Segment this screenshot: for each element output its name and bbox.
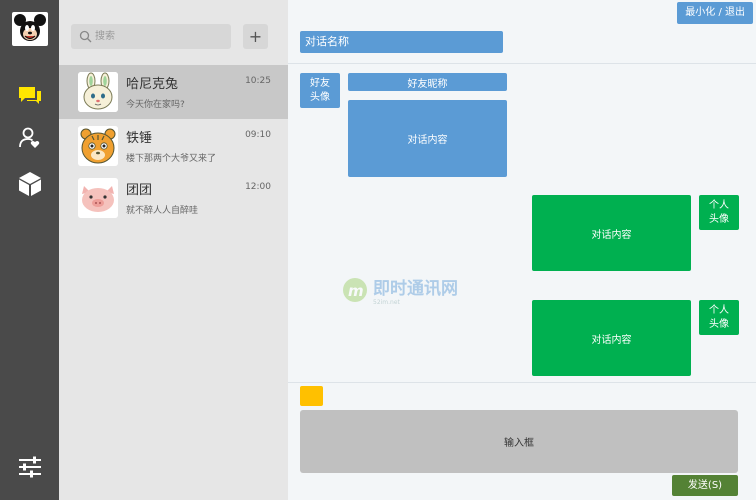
- input-divider: [288, 382, 756, 383]
- search-input[interactable]: [95, 24, 227, 49]
- add-conversation-button[interactable]: +: [243, 24, 268, 49]
- search-box[interactable]: [71, 24, 231, 49]
- friend-avatar[interactable]: 好友 头像: [300, 73, 340, 108]
- rabbit-avatar-icon: [78, 72, 118, 112]
- conversation-time: 10:25: [245, 76, 271, 86]
- watermark-title: 即时通讯网: [373, 279, 458, 299]
- pig-avatar-icon: [78, 178, 118, 218]
- contacts-icon[interactable]: [0, 127, 59, 149]
- watermark-sub: 52im.net: [373, 299, 400, 306]
- conversation-item[interactable]: 铁锤 09:10 楼下那两个大爷又来了: [59, 119, 288, 173]
- chat-icon[interactable]: [0, 86, 59, 106]
- svg-text:m: m: [348, 282, 364, 300]
- conversation-preview: 就不醉人人自醉哇: [126, 206, 199, 216]
- watermark-logo: m 即时通讯网 52im.net: [342, 274, 458, 306]
- conversation-preview: 今天你在家吗?: [126, 100, 185, 110]
- conversation-item[interactable]: 团团 12:00 就不醉人人自醉哇: [59, 171, 288, 225]
- settings-sliders-icon[interactable]: [0, 456, 59, 478]
- message-input[interactable]: 输入框: [300, 410, 738, 473]
- chat-title: 对话名称: [300, 31, 503, 53]
- watermark-m-icon: m: [343, 278, 367, 302]
- my-avatar[interactable]: 个人 头像: [699, 195, 739, 230]
- friend-nickname: 好友昵称: [348, 73, 507, 91]
- conversation-preview: 楼下那两个大爷又来了: [126, 154, 217, 164]
- search-icon: [79, 30, 92, 43]
- cube-icon[interactable]: [0, 171, 59, 197]
- minimize-exit-button[interactable]: 最小化 / 退出: [677, 2, 753, 24]
- conversation-name: 团团: [126, 183, 153, 198]
- conversation-item[interactable]: 哈尼克兔 10:25 今天你在家吗?: [59, 65, 288, 119]
- message-bubble[interactable]: 对话内容: [532, 195, 691, 271]
- emoji-button[interactable]: [300, 386, 323, 406]
- send-button[interactable]: 发送(S): [672, 475, 738, 496]
- conversation-name: 铁锤: [126, 131, 153, 146]
- conversation-time: 09:10: [245, 130, 271, 140]
- message-bubble[interactable]: 对话内容: [532, 300, 691, 376]
- conversation-time: 12:00: [245, 182, 271, 192]
- tiger-avatar-icon: [78, 126, 118, 166]
- mickey-logo-icon[interactable]: [12, 12, 48, 46]
- my-avatar[interactable]: 个人 头像: [699, 300, 739, 335]
- header-divider: [288, 63, 756, 64]
- message-bubble[interactable]: 对话内容: [348, 100, 507, 177]
- sidebar-rail: [0, 0, 59, 500]
- chat-panel: 最小化 / 退出 对话名称 好友 头像 好友昵称 对话内容 对话内容 个人 头像…: [288, 0, 756, 500]
- conversation-name: 哈尼克兔: [126, 77, 179, 92]
- conversation-list: + 哈尼克兔 10:25 今天你在家吗?: [59, 0, 288, 500]
